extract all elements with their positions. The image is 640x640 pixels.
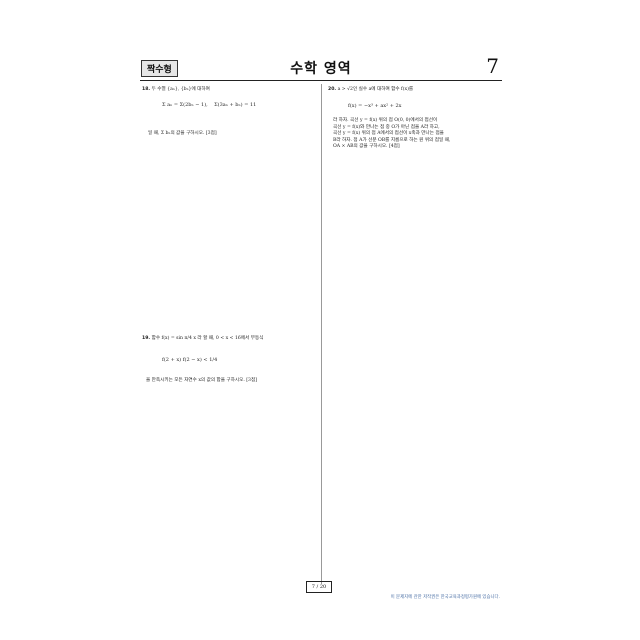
question-stem: a > √2인 실수 a에 대하여 함수 f(x)를 [337, 87, 414, 92]
question-20-ask: OA × AB의 값을 구하시오. [4점] [333, 144, 400, 150]
footer-page-box: 7 / 20 [306, 581, 332, 593]
exam-page: 짝수형 수학 영역 7 18. 두 수열 {aₙ}, {bₙ}에 대하여 Σ a… [140, 52, 502, 608]
function-definition: f(x) = −x³ + ax² + 2x [348, 103, 402, 109]
page-number: 7 [486, 54, 499, 78]
question-number: 20. [328, 87, 337, 92]
equation-18: Σ aₙ = Σ(2bₙ − 1), Σ(3aₙ + bₙ) = 11 [162, 102, 256, 108]
body-line: 곡선 y = f(x) 위의 점 A에서의 접선이 x축과 만나는 점을 [333, 131, 444, 137]
question-18: 18. 두 수열 {aₙ}, {bₙ}에 대하여 [142, 87, 312, 94]
question-stem: 함수 f(x) = sin π/4 x 라 할 때, 0 < x < 16에서 … [151, 336, 264, 341]
question-20-body: 라 하자. 곡선 y = f(x) 위의 점 O(0, 0)에서의 접선이 곡선… [333, 118, 501, 151]
question-stem: 두 수열 {aₙ}, {bₙ}에 대하여 [151, 87, 210, 92]
column-divider [321, 84, 322, 584]
equation-left: Σ aₙ = Σ(2bₙ − 1), [162, 102, 208, 108]
question-19: 19. 함수 f(x) = sin π/4 x 라 할 때, 0 < x < 1… [142, 336, 318, 343]
question-20: 20. a > √2인 실수 a에 대하여 함수 f(x)를 [328, 87, 500, 94]
header-rule [140, 80, 502, 81]
question-number: 19. [142, 336, 151, 341]
copyright-note: 이 문제지에 관한 저작권은 한국교육과정평가원에 있습니다. [390, 595, 500, 600]
page-title: 수학 영역 [290, 61, 352, 77]
question-18-ask: 일 때, Σ bₙ의 값을 구하시오. [3점] [148, 131, 217, 136]
body-line: 라 하자. 곡선 y = f(x) 위의 점 O(0, 0)에서의 접선이 [333, 118, 438, 123]
equation-right: Σ(3aₙ + bₙ) = 11 [214, 102, 257, 108]
question-number: 18. [142, 87, 151, 92]
question-19-ask: 을 만족시키는 모든 자연수 x의 값의 합을 구하시오. [3점] [146, 378, 257, 383]
inequality-19: f(2 + x) f(2 − x) < 1/4 [162, 357, 218, 363]
